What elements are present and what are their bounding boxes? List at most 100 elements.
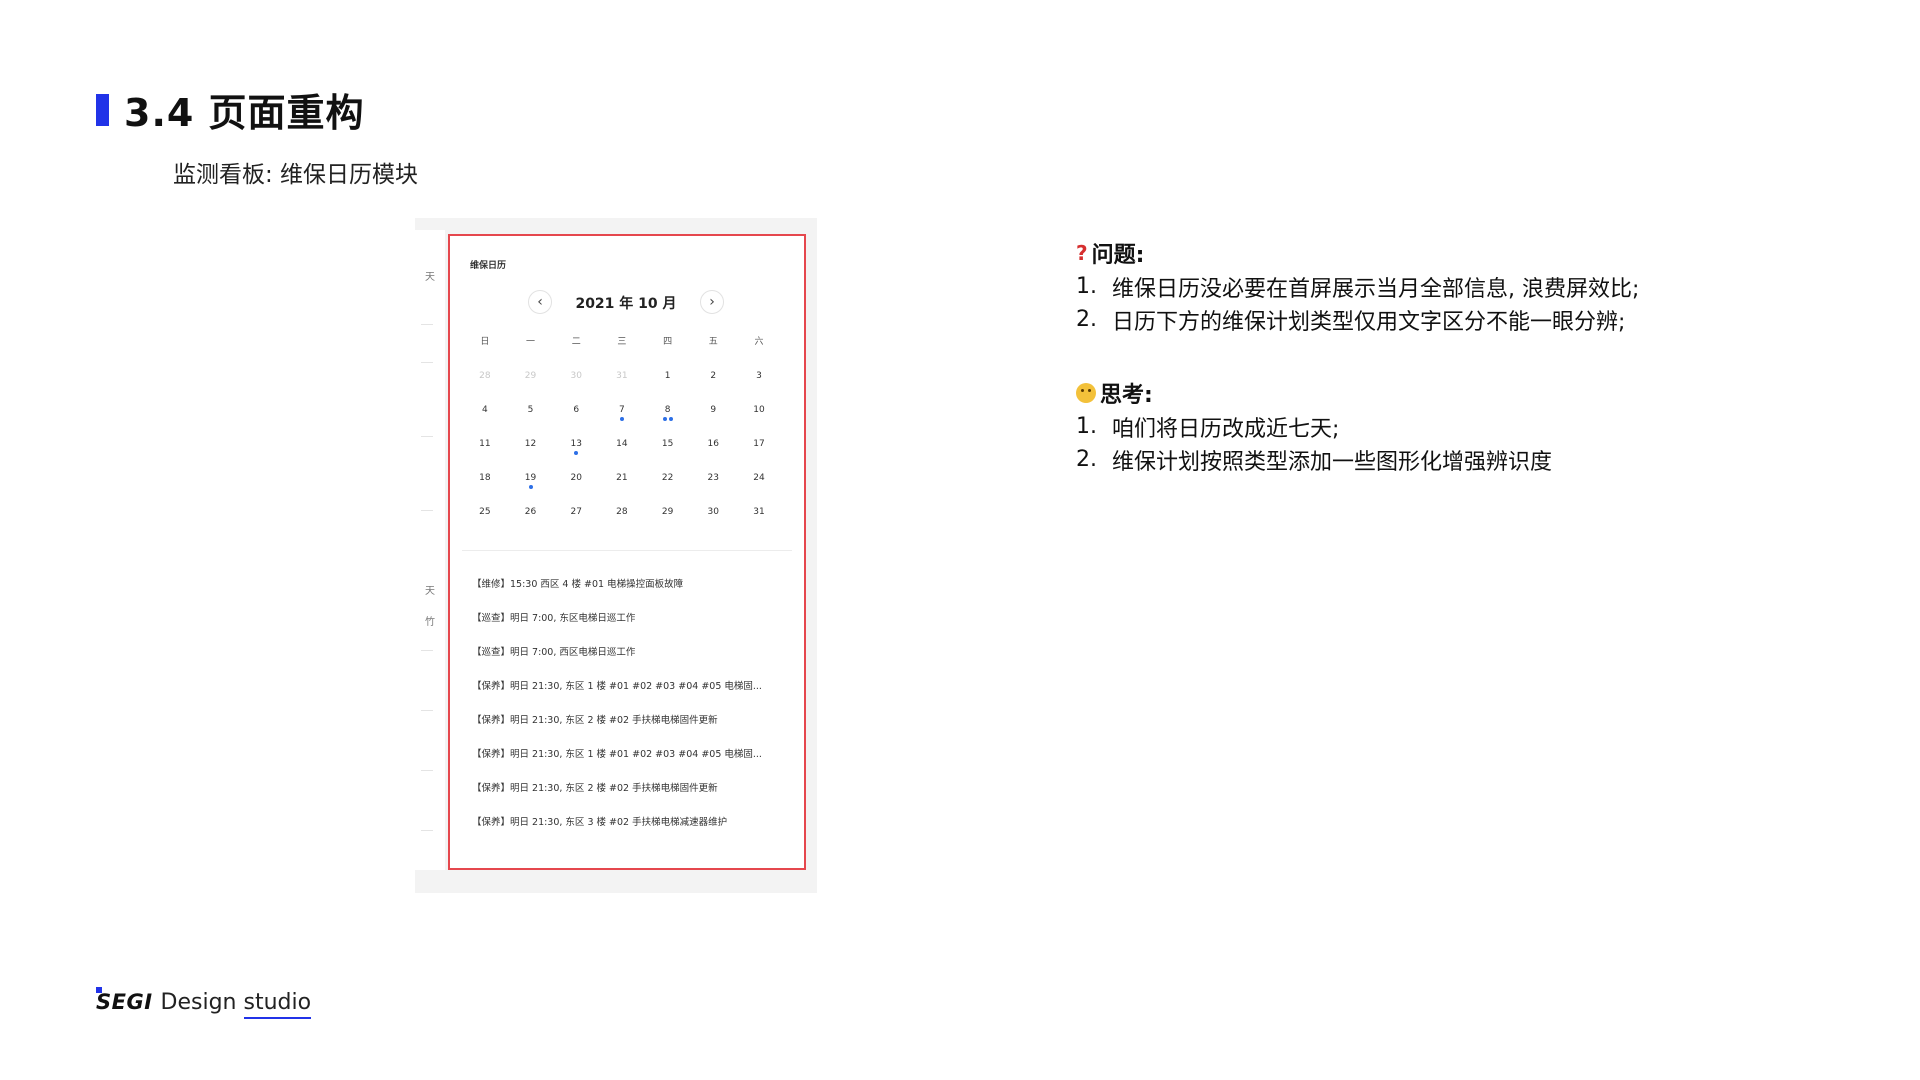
question-mark-icon: ? [1076, 241, 1088, 265]
chevron-right-icon[interactable]: › [700, 290, 724, 314]
day-number: 5 [527, 405, 534, 415]
day-cell[interactable]: 29 [645, 506, 691, 540]
day-number: 9 [710, 405, 717, 415]
day-cell[interactable]: 29 [508, 370, 554, 404]
weekday-label: 一 [526, 337, 536, 347]
day-cell[interactable]: 28 [462, 370, 508, 404]
event-dots [599, 417, 645, 421]
day-number: 6 [573, 405, 580, 415]
day-number: 18 [479, 473, 491, 483]
event-dots [553, 451, 599, 455]
day-cell[interactable]: 25 [462, 506, 508, 540]
thinking-face-icon [1076, 383, 1096, 403]
day-cell[interactable]: 11 [462, 438, 508, 472]
day-cell[interactable]: 30 [553, 370, 599, 404]
problem-text: 日历下方的维保计划类型仅用文字区分不能一眼分辨; [1112, 309, 1626, 335]
slide-title: 3.4 页面重构 [124, 91, 365, 135]
weekday-label: 三 [617, 337, 627, 347]
maintenance-calendar-card: 维保日历 ‹ 2021 年 10 月 › 日一二三四五六 28 29 30 31 1 2 3 4… [448, 234, 806, 870]
day-number: 11 [479, 439, 491, 449]
side-divider [421, 510, 433, 511]
event-item[interactable]: 【保养】明日 21:30, 东区 2 楼 #02 手扶梯电梯固件更新 [472, 780, 792, 814]
day-cell[interactable]: 15 [645, 438, 691, 472]
day-cell[interactable]: 28 [599, 506, 645, 540]
day-cell[interactable]: 9 [690, 404, 736, 438]
event-item[interactable]: 【维修】15:30 西区 4 楼 #01 电梯操控面板故障 [472, 576, 792, 610]
day-number: 28 [616, 507, 628, 517]
day-number: 24 [753, 473, 765, 483]
day-cell[interactable]: 26 [508, 506, 554, 540]
problem-number: 2. [1076, 307, 1097, 332]
day-cell[interactable]: 6 [553, 404, 599, 438]
studio-underlined: studio [243, 990, 312, 1019]
day-number: 20 [570, 473, 582, 483]
thought-text: 咱们将日历改成近七天; [1112, 416, 1340, 442]
event-item[interactable]: 【巡查】明日 7:00, 东区电梯日巡工作 [472, 610, 792, 644]
event-item[interactable]: 【保养】明日 21:30, 东区 1 楼 #01 #02 #03 #04 #05… [472, 746, 792, 780]
thought-number: 2. [1076, 447, 1097, 472]
event-item[interactable]: 【巡查】明日 7:00, 西区电梯日巡工作 [472, 644, 792, 678]
problem-number: 1. [1076, 274, 1097, 299]
logo-dot [96, 987, 102, 993]
day-number: 30 [707, 507, 719, 517]
week-row: 28 29 30 31 1 2 3 [462, 370, 782, 404]
day-cell[interactable]: 7 [599, 404, 645, 438]
day-cell[interactable]: 3 [736, 370, 782, 404]
day-cell[interactable]: 31 [736, 506, 782, 540]
day-cell[interactable]: 23 [690, 472, 736, 506]
day-cell[interactable]: 16 [690, 438, 736, 472]
footer-brand: SEGI Design studio [96, 987, 312, 1019]
day-number: 12 [524, 439, 537, 449]
day-cell[interactable]: 19 [508, 472, 554, 506]
weekday-label: 二 [571, 337, 581, 347]
day-cell[interactable]: 8 [645, 404, 691, 438]
day-cell[interactable]: 27 [553, 506, 599, 540]
day-cell[interactable]: 24 [736, 472, 782, 506]
problem-text: 维保日历没必要在首屏展示当月全部信息, 浪费屏效比; [1112, 276, 1640, 302]
event-dots [508, 485, 554, 489]
calendar-header: ‹ 2021 年 10 月 › [528, 290, 724, 316]
day-cell[interactable]: 30 [690, 506, 736, 540]
event-item[interactable]: 【保养】明日 21:30, 东区 1 楼 #01 #02 #03 #04 #05… [472, 678, 792, 712]
day-number: 2 [710, 371, 717, 381]
day-number: 28 [479, 371, 491, 381]
day-cell[interactable]: 14 [599, 438, 645, 472]
segi-logo: SEGI [96, 990, 153, 1014]
day-cell[interactable]: 13 [553, 438, 599, 472]
day-number: 23 [707, 473, 719, 483]
day-number: 8 [664, 405, 671, 415]
day-cell[interactable]: 10 [736, 404, 782, 438]
side-divider [421, 710, 433, 711]
event-item[interactable]: 【保养】明日 21:30, 东区 3 楼 #02 手扶梯电梯减速器维护 [472, 814, 792, 848]
month-label: 2021 年 10 月 [575, 296, 677, 312]
day-cell[interactable]: 17 [736, 438, 782, 472]
day-number: 3 [756, 371, 762, 381]
day-cell[interactable]: 2 [690, 370, 736, 404]
day-cell[interactable]: 21 [599, 472, 645, 506]
week-row: 11 12 13 14 15 16 17 [462, 438, 782, 472]
day-cell[interactable]: 5 [508, 404, 554, 438]
side-divider [421, 830, 433, 831]
title-accent-bar [96, 93, 109, 126]
side-divider [421, 650, 433, 651]
day-cell[interactable]: 31 [599, 370, 645, 404]
screenshot-side-strip: 天 天 竹 [415, 230, 445, 870]
day-cell[interactable]: 4 [462, 404, 508, 438]
event-item[interactable]: 【保养】明日 21:30, 东区 2 楼 #02 手扶梯电梯固件更新 [472, 712, 792, 746]
day-number: 27 [570, 507, 582, 517]
day-cell[interactable]: 1 [645, 370, 691, 404]
problem-item: 1. 维保日历没必要在首屏展示当月全部信息, 浪费屏效比; [1076, 270, 1639, 303]
event-dot [528, 485, 533, 489]
day-cell[interactable]: 20 [553, 472, 599, 506]
day-cell[interactable]: 12 [508, 438, 554, 472]
thought-number: 1. [1076, 414, 1097, 439]
day-number: 13 [570, 439, 582, 449]
weekday-label: 六 [754, 337, 764, 347]
thought-text: 维保计划按照类型添加一些图形化增强辨识度 [1112, 449, 1553, 475]
calendar-divider [462, 550, 792, 551]
day-cell[interactable]: 18 [462, 472, 508, 506]
side-label: 天 [425, 586, 435, 597]
day-number: 30 [570, 371, 582, 381]
slide-title-block: 3.4 页面重构 [96, 82, 365, 137]
day-cell[interactable]: 22 [645, 472, 691, 506]
